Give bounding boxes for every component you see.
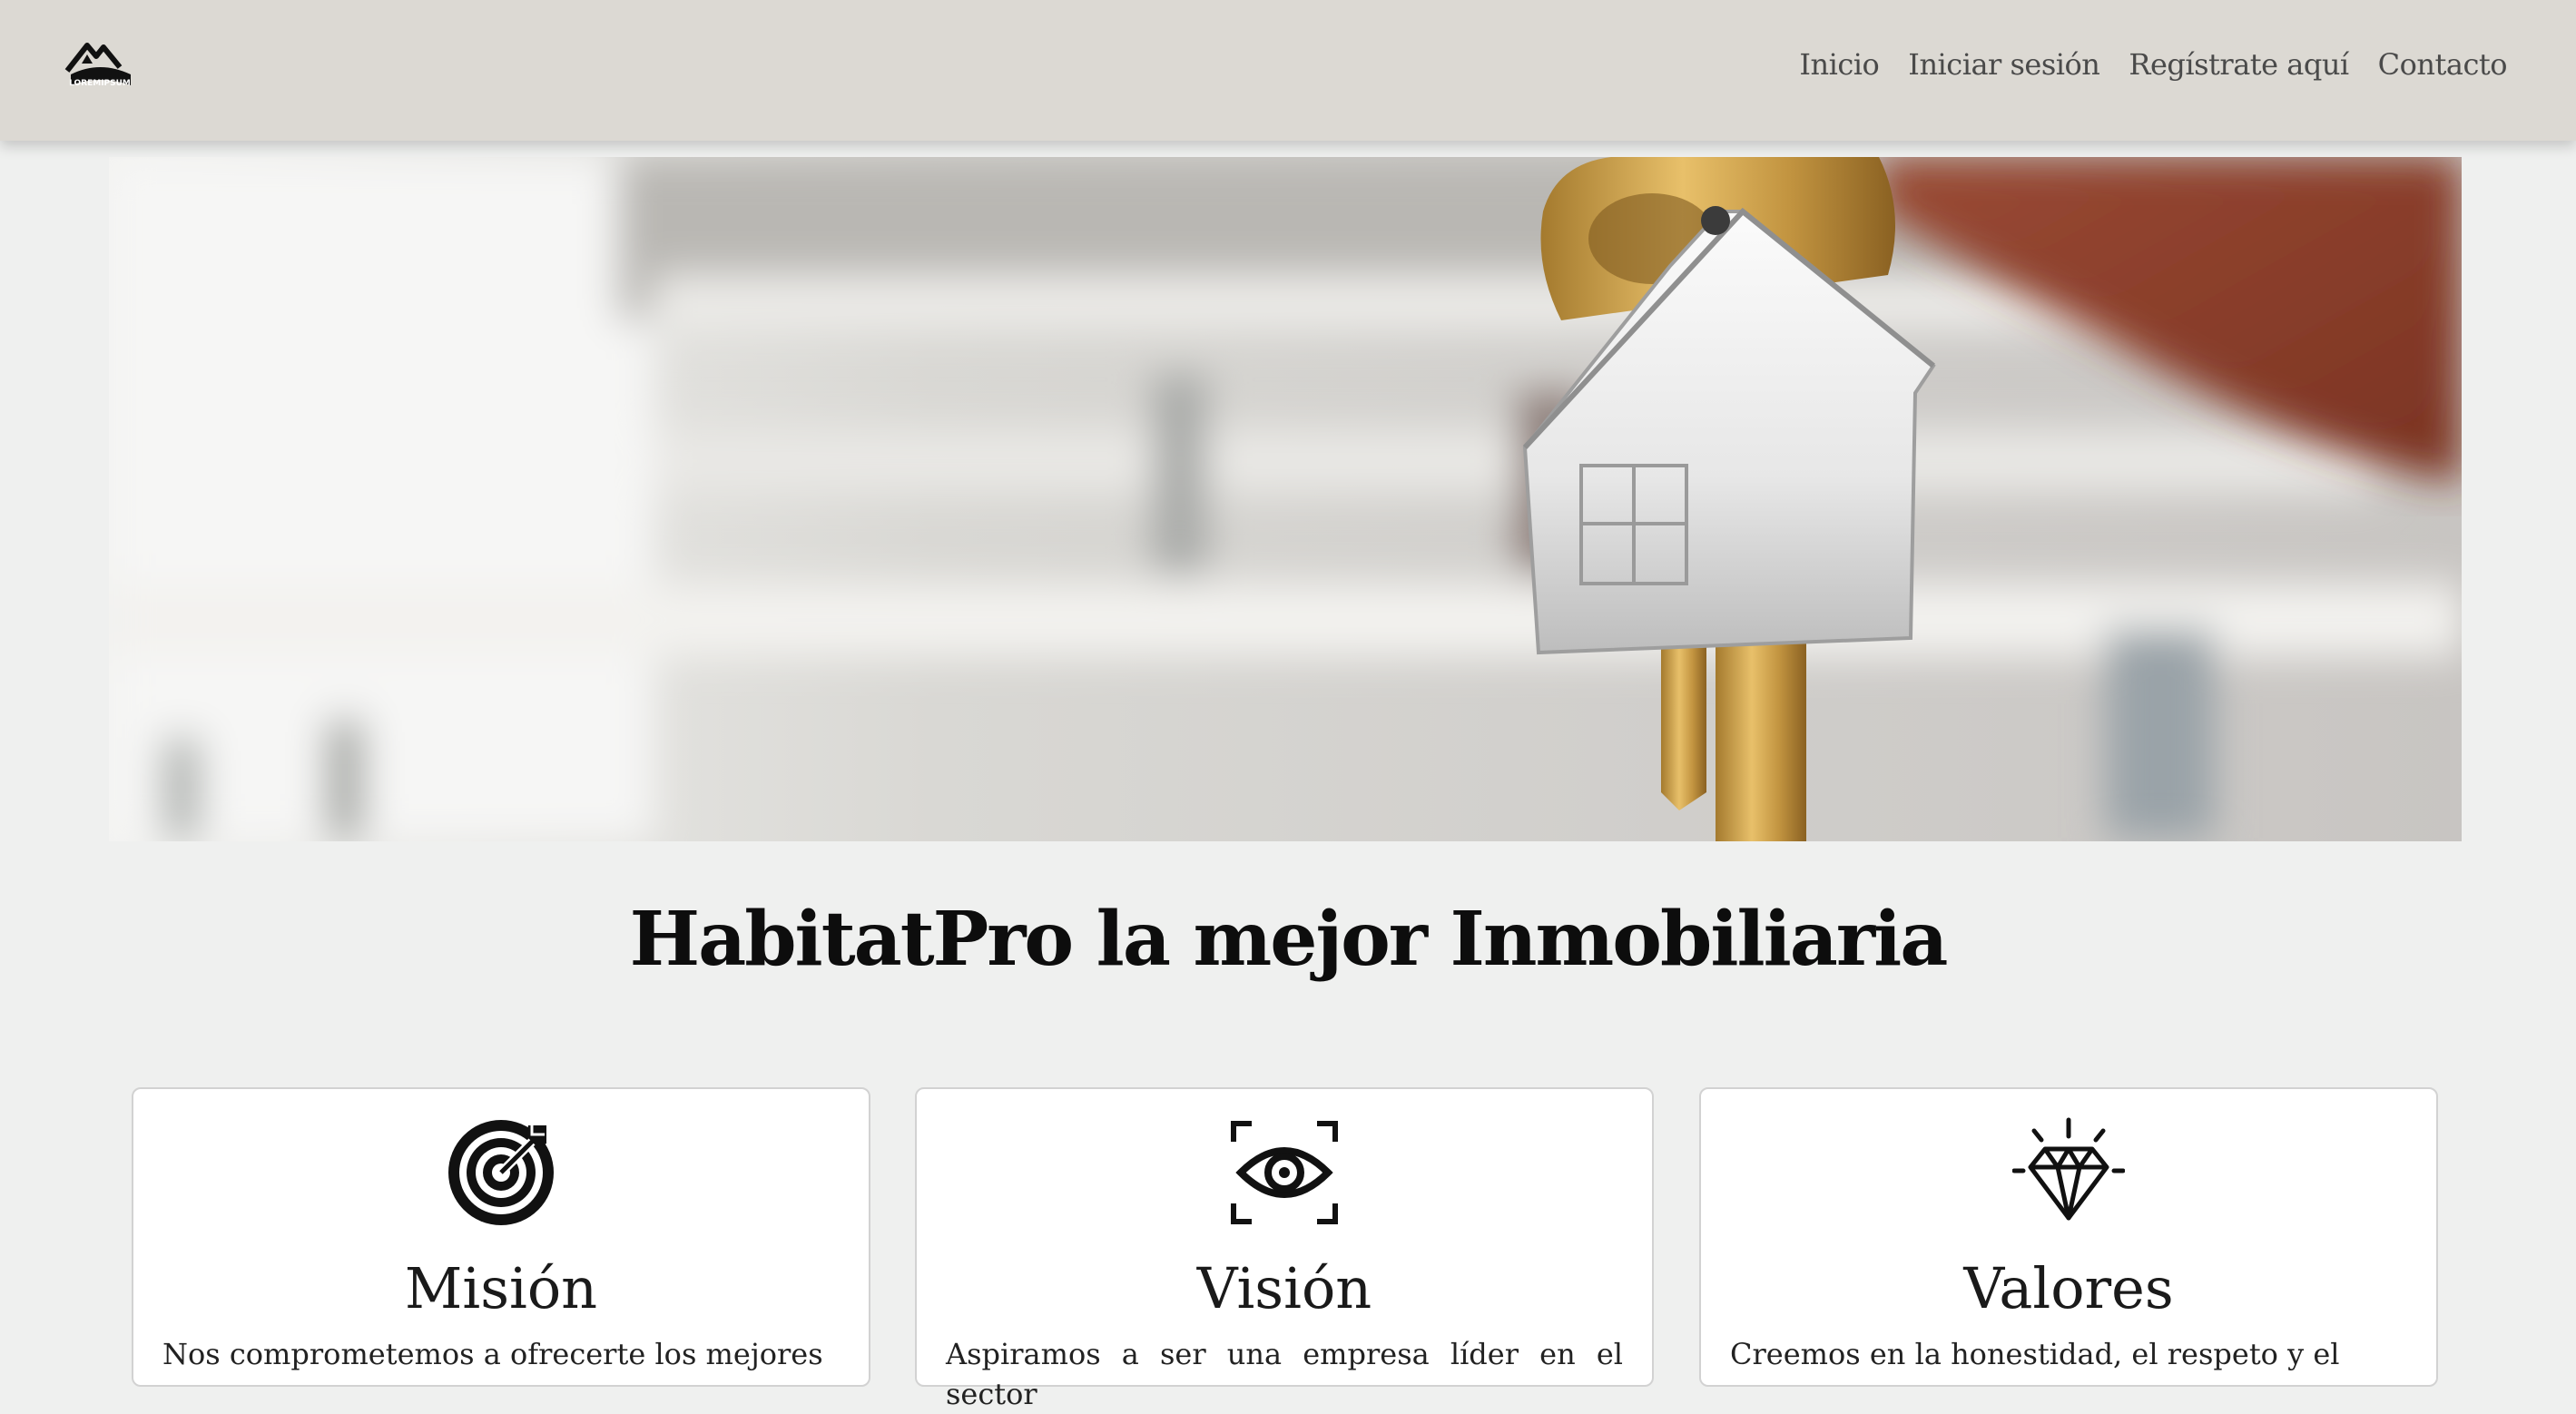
svg-text:LOREMIPSUM: LOREMIPSUM xyxy=(69,79,131,88)
card-mision: Misión Nos comprometemos a ofrecerte los… xyxy=(132,1087,870,1387)
card-text: Creemos en la honestidad, el respeto y e… xyxy=(1730,1337,2340,1371)
target-icon xyxy=(445,1116,557,1229)
eye-icon xyxy=(1228,1116,1341,1229)
diamond-icon xyxy=(2011,1116,2126,1229)
main-nav: Inicio Iniciar sesión Regístrate aquí Co… xyxy=(1799,41,2507,88)
navbar: LOREMIPSUM Inicio Iniciar sesión Regístr… xyxy=(0,0,2576,141)
card-title: Misión xyxy=(404,1255,598,1321)
brand-logo[interactable]: LOREMIPSUM xyxy=(64,34,136,93)
hero-image xyxy=(109,157,2462,841)
nav-link-contacto[interactable]: Contacto xyxy=(2378,41,2508,88)
card-title: Visión xyxy=(1196,1255,1372,1321)
card-text: Nos comprometemos a ofrecerte los mejore… xyxy=(162,1337,823,1371)
logo-mountain-icon: LOREMIPSUM xyxy=(64,43,131,88)
card-valores: Valores Creemos en la honestidad, el res… xyxy=(1699,1087,2438,1387)
page-title: HabitatPro la mejor Inmobiliaria xyxy=(629,896,1949,983)
nav-link-registrate[interactable]: Regístrate aquí xyxy=(2129,41,2349,88)
nav-link-inicio[interactable]: Inicio xyxy=(1799,41,1879,88)
card-text: Aspiramos a ser una empresa líder en el … xyxy=(946,1337,1623,1411)
card-vision: Visión Aspiramos a ser una empresa líder… xyxy=(915,1087,1654,1411)
nav-link-iniciar-sesion[interactable]: Iniciar sesión xyxy=(1908,41,2100,88)
card-title: Valores xyxy=(1963,1255,2174,1321)
